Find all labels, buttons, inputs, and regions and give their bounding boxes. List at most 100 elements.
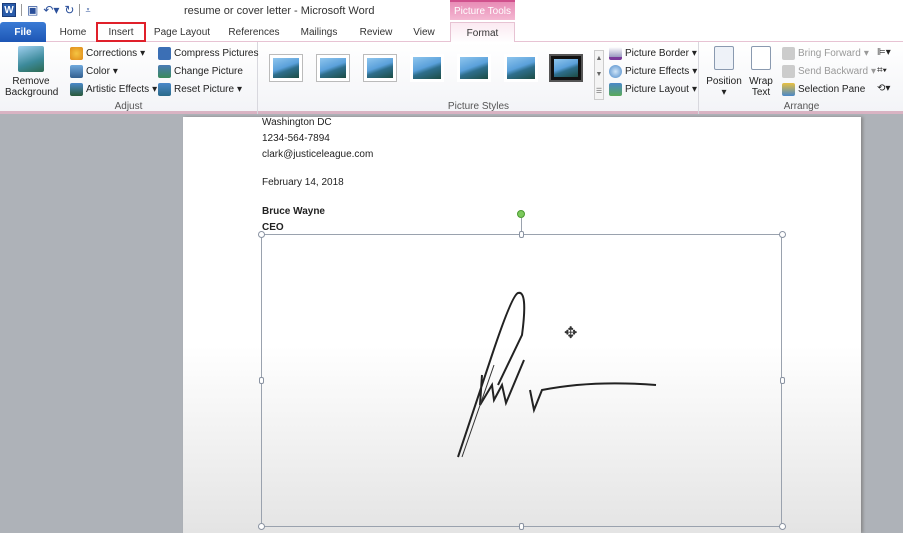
adjust-group-label: Adjust — [114, 101, 143, 112]
selection-pane-button[interactable]: Selection Pane — [782, 83, 865, 96]
gallery-more-icon[interactable]: ☰ — [596, 87, 602, 95]
send-backward-button[interactable]: Send Backward ▾ — [782, 65, 876, 78]
resize-handle-right[interactable] — [780, 377, 785, 384]
picture-border-button[interactable]: Picture Border ▾ — [609, 47, 697, 60]
picture-effects-button[interactable]: Picture Effects ▾ — [609, 65, 697, 78]
signature-image — [457, 291, 657, 458]
artistic-effects-label: Artistic Effects — [86, 84, 150, 95]
picture-style-6[interactable] — [504, 54, 538, 82]
quick-access-toolbar: W ▣ ↶▾ ↻ ⩡ — [2, 3, 91, 17]
resize-handle-left[interactable] — [259, 377, 264, 384]
picture-styles-group-label: Picture Styles — [447, 101, 510, 112]
picture-layout-icon — [609, 83, 622, 96]
tab-review[interactable]: Review — [352, 22, 400, 42]
picture-border-label: Picture Border — [625, 48, 689, 59]
group-picture-styles: ▲ ▼ ☰ Picture Border ▾ Picture Effects ▾ P… — [259, 42, 699, 114]
save-icon[interactable]: ▣ — [27, 3, 38, 17]
color-label: Color — [86, 66, 110, 77]
undo-icon[interactable]: ↶▾ — [43, 3, 59, 17]
resize-handle-bottom[interactable] — [519, 523, 524, 530]
send-backward-label: Send Backward — [798, 66, 869, 77]
tab-format[interactable]: Format — [450, 22, 515, 43]
bring-forward-button[interactable]: Bring Forward ▾ — [782, 47, 869, 60]
group-objects-button[interactable]: ⌗▾ — [877, 65, 887, 76]
align-icon: ⊫▾ — [877, 47, 891, 58]
resize-handle-top[interactable] — [519, 231, 524, 238]
picture-style-1[interactable] — [269, 54, 303, 82]
picture-style-7-selected[interactable] — [549, 54, 583, 82]
tab-file[interactable]: File — [0, 22, 46, 42]
picture-style-4[interactable] — [410, 54, 444, 82]
bring-forward-label: Bring Forward — [798, 48, 861, 59]
wrap-text-label: Wrap Text — [749, 76, 773, 98]
tab-insert[interactable]: Insert — [96, 22, 146, 42]
ribbon-tabs: File Home Insert Page Layout References … — [0, 22, 903, 43]
bring-forward-icon — [782, 47, 795, 60]
selection-pane-icon — [782, 83, 795, 96]
compress-pictures-icon — [158, 47, 171, 60]
tab-references[interactable]: References — [222, 22, 286, 42]
position-label: Position — [706, 76, 742, 87]
separator — [79, 4, 81, 16]
color-icon — [70, 65, 83, 78]
change-picture-icon — [158, 65, 171, 78]
tab-home[interactable]: Home — [52, 22, 94, 42]
compress-pictures-button[interactable]: Compress Pictures — [158, 47, 258, 60]
resize-handle-bottom-left[interactable] — [258, 523, 265, 530]
corrections-label: Corrections — [86, 48, 138, 59]
signer-title: CEO — [262, 222, 284, 233]
corrections-button[interactable]: Corrections ▾ — [70, 47, 145, 60]
separator — [21, 4, 22, 16]
picture-layout-label: Picture Layout — [625, 84, 689, 95]
rotate-icon: ⟲▾ — [877, 83, 891, 94]
picture-effects-icon — [609, 65, 622, 78]
email-line: clark@justiceleague.com — [262, 149, 374, 160]
selection-pane-label: Selection Pane — [798, 84, 866, 95]
color-button[interactable]: Color ▾ — [70, 65, 118, 78]
wrap-text-button[interactable]: Wrap Text — [746, 46, 776, 98]
picture-style-2[interactable] — [316, 54, 350, 82]
align-button[interactable]: ⊫▾ — [877, 47, 891, 58]
title-bar: W ▣ ↶▾ ↻ ⩡ resume or cover letter - Micr… — [0, 0, 903, 22]
remove-background-icon — [18, 46, 44, 72]
group-arrange: Position ▾ Wrap Text Bring Forward ▾ Send… — [700, 42, 903, 114]
ribbon: Remove Background Corrections ▾ Color ▾ … — [0, 42, 903, 114]
customize-icon[interactable]: ⩡ — [85, 3, 90, 17]
reset-picture-label: Reset Picture — [174, 84, 235, 95]
send-backward-icon — [782, 65, 795, 78]
position-icon — [714, 46, 734, 70]
window-title: resume or cover letter - Microsoft Word — [184, 5, 375, 17]
rotate-button[interactable]: ⟲▾ — [877, 83, 890, 94]
scroll-down-icon[interactable]: ▼ — [596, 71, 603, 78]
resize-handle-bottom-right[interactable] — [779, 523, 786, 530]
tab-page-layout[interactable]: Page Layout — [150, 22, 214, 42]
word-app-icon[interactable]: W — [2, 3, 16, 17]
picture-effects-label: Picture Effects — [625, 66, 690, 77]
picture-tools-context-label: Picture Tools — [450, 0, 515, 20]
reset-picture-icon — [158, 83, 171, 96]
tab-mailings[interactable]: Mailings — [292, 22, 346, 42]
tab-view[interactable]: View — [404, 22, 444, 42]
picture-style-3[interactable] — [363, 54, 397, 82]
group-adjust: Remove Background Corrections ▾ Color ▾ … — [0, 42, 258, 114]
change-picture-button[interactable]: Change Picture — [158, 65, 243, 78]
move-cursor-icon: ✥ — [564, 325, 578, 342]
reset-picture-button[interactable]: Reset Picture ▾ — [158, 83, 242, 96]
picture-layout-button[interactable]: Picture Layout ▾ — [609, 83, 697, 96]
artistic-effects-icon — [70, 83, 83, 96]
gallery-scroll[interactable]: ▲ ▼ ☰ — [594, 50, 604, 100]
scroll-up-icon[interactable]: ▲ — [596, 55, 603, 62]
change-picture-label: Change Picture — [174, 66, 243, 77]
resize-handle-top-left[interactable] — [258, 231, 265, 238]
address-line: Washington DC — [262, 117, 332, 128]
signer-name: Bruce Wayne — [262, 206, 325, 217]
artistic-effects-button[interactable]: Artistic Effects ▾ — [70, 83, 157, 96]
rotate-handle[interactable] — [517, 210, 525, 218]
remove-background-button[interactable]: Remove Background — [3, 46, 59, 98]
signature-picture[interactable] — [261, 234, 782, 527]
compress-pictures-label: Compress Pictures — [174, 48, 259, 59]
resize-handle-top-right[interactable] — [779, 231, 786, 238]
position-button[interactable]: Position ▾ — [704, 46, 744, 98]
redo-icon[interactable]: ↻ — [64, 3, 74, 17]
picture-style-5[interactable] — [457, 54, 491, 82]
